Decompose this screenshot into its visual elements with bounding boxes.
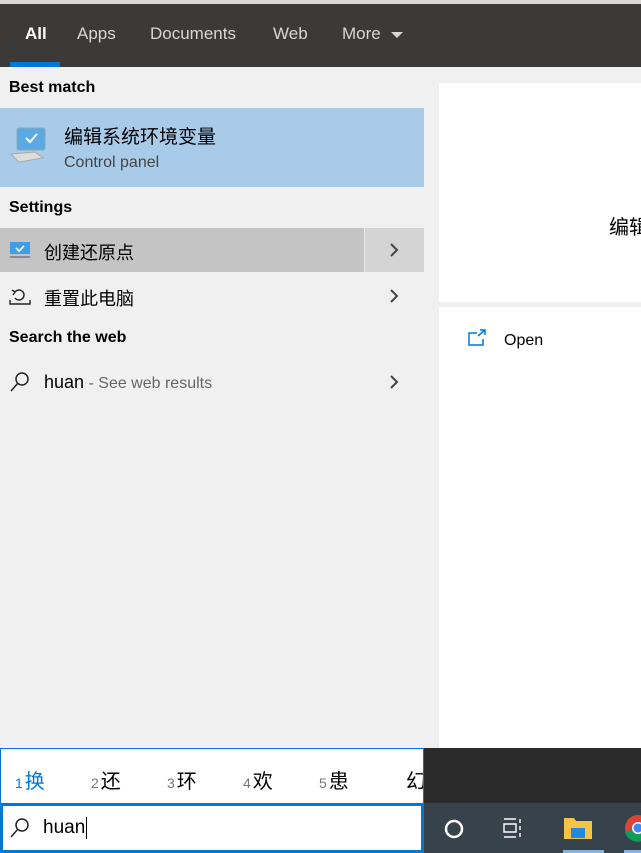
system-monitor-icon xyxy=(10,242,30,258)
section-settings: Settings xyxy=(9,199,73,216)
settings-item-reset-pc[interactable]: 重置此电脑 xyxy=(0,274,424,318)
web-query: huan xyxy=(44,372,85,392)
settings-item-label: 重置此电脑 xyxy=(44,289,134,309)
web-result-item[interactable]: huan - See web results xyxy=(0,360,424,404)
candidate-number: 3 xyxy=(167,775,175,791)
preview-title: 编辑系统环境变量 xyxy=(609,217,641,239)
ime-candidate[interactable]: 1换 xyxy=(15,765,45,794)
task-view-icon[interactable] xyxy=(503,818,525,838)
web-suffix: - See web results xyxy=(84,375,213,392)
ime-candidate[interactable]: 3环 xyxy=(167,765,197,794)
ime-candidate[interactable]: 5患 xyxy=(319,765,349,794)
candidate-number: 2 xyxy=(91,775,99,791)
expand-button[interactable] xyxy=(364,228,424,272)
search-icon xyxy=(10,372,29,392)
search-icon xyxy=(10,818,29,838)
search-box[interactable]: huan xyxy=(0,803,424,853)
candidate-number: 4 xyxy=(243,775,251,791)
candidate-char: 幻 xyxy=(406,771,424,793)
candidate-char: 换 xyxy=(24,771,45,793)
tab-more-label: More xyxy=(342,24,381,43)
candidate-char: 欢 xyxy=(252,771,273,793)
best-match-subtitle: Control panel xyxy=(64,154,160,171)
cortana-icon[interactable] xyxy=(443,818,465,840)
search-tabs-bar: All Apps Documents Web More xyxy=(0,4,641,67)
settings-item-restore-point[interactable]: 创建还原点 xyxy=(0,228,424,272)
open-icon xyxy=(468,329,486,346)
candidate-char: 环 xyxy=(176,771,197,793)
candidate-number: 1 xyxy=(15,775,23,791)
tab-web[interactable]: Web xyxy=(273,24,308,44)
preview-header: 编辑系统环境变量 xyxy=(439,83,641,302)
candidate-char: 患 xyxy=(328,771,349,793)
section-search-web: Search the web xyxy=(9,329,127,346)
chevron-right-icon xyxy=(390,243,399,257)
file-explorer-icon[interactable] xyxy=(563,815,593,841)
chrome-icon[interactable] xyxy=(624,814,641,842)
preview-actions: Open xyxy=(439,307,641,748)
chevron-right-icon xyxy=(390,289,399,303)
best-match-item[interactable]: 编辑系统环境变量 Control panel xyxy=(0,108,424,187)
settings-item-label: 创建还原点 xyxy=(44,243,134,263)
chevron-right-icon xyxy=(390,375,399,389)
tab-apps[interactable]: Apps xyxy=(77,24,116,44)
candidate-char: 还 xyxy=(100,771,121,793)
reset-icon xyxy=(9,289,31,305)
candidate-number: 5 xyxy=(319,775,327,791)
computer-icon xyxy=(9,127,46,163)
ime-candidate[interactable]: 2还 xyxy=(91,765,121,794)
search-input[interactable]: huan xyxy=(43,817,88,839)
taskbar-overlay xyxy=(424,748,641,803)
ime-candidate[interactable]: 幻 xyxy=(406,765,424,794)
tab-documents[interactable]: Documents xyxy=(150,24,236,44)
best-match-title: 编辑系统环境变量 xyxy=(64,127,217,148)
open-label: Open xyxy=(504,332,544,349)
results-panel: Best match 编辑系统环境变量 Control panel Settin… xyxy=(0,67,424,748)
caret-down-icon xyxy=(391,31,404,38)
tab-more[interactable]: More xyxy=(342,24,404,44)
ime-candidate-bar: 1换 2还 3环 4欢 5患 幻 xyxy=(0,748,424,803)
section-best-match: Best match xyxy=(9,79,96,96)
ime-candidate[interactable]: 4欢 xyxy=(243,765,273,794)
open-action[interactable]: Open xyxy=(467,329,627,355)
taskbar xyxy=(424,803,641,853)
tab-all[interactable]: All xyxy=(25,24,47,44)
